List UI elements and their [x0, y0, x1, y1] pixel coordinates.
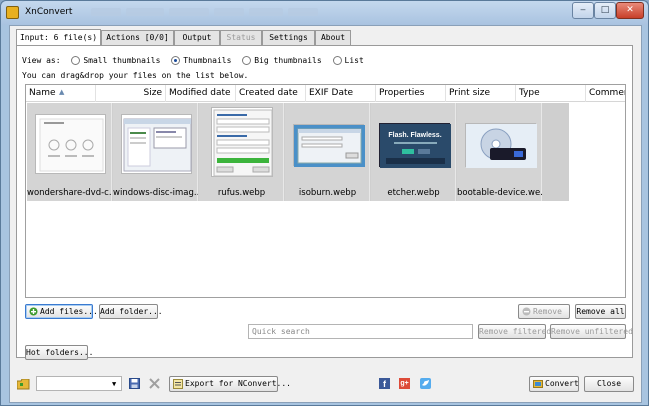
- add-files-button[interactable]: Add files...: [25, 304, 98, 319]
- column-exif-date[interactable]: EXIF Date: [306, 85, 376, 102]
- file-thumbnail: [293, 124, 365, 167]
- maximize-button[interactable]: □: [594, 2, 616, 19]
- column-name-label: Name: [29, 88, 56, 98]
- list-view-label[interactable]: List: [345, 56, 364, 65]
- column-properties[interactable]: Properties: [376, 85, 446, 102]
- remove-button: Remove: [518, 304, 570, 319]
- column-comment[interactable]: Commen: [586, 85, 625, 102]
- window-title: XnConvert: [25, 7, 73, 17]
- tab-input[interactable]: Input: 6 file(s): [16, 29, 101, 45]
- tab-about[interactable]: About: [315, 30, 351, 45]
- thumbnails-radio[interactable]: [171, 56, 181, 65]
- file-thumbnail: Flash. Flawless.: [379, 123, 451, 168]
- file-item-rufus[interactable]: rufus.webp: [199, 103, 284, 201]
- tab-actions[interactable]: Actions [0/0]: [101, 30, 174, 45]
- remove-unfiltered-button: Remove unfiltered: [550, 324, 633, 339]
- export-icon: [173, 378, 183, 389]
- list-header: ▲ Name Size Modified date Created date E…: [26, 85, 625, 102]
- remove-minus-icon: [522, 307, 531, 316]
- big-thumbnails-radio[interactable]: [242, 56, 252, 65]
- file-item-bootable-device[interactable]: bootable-device.we...: [457, 103, 542, 201]
- windows-disc-preview-image: [123, 118, 192, 172]
- title-bar-ghost-text: [214, 8, 244, 16]
- save-icon[interactable]: [129, 378, 140, 389]
- hot-folders-button[interactable]: Hot folders...: [25, 345, 93, 360]
- bottom-toolbar: ▼ Export for NConvert... f g+ Convert Cl…: [10, 372, 641, 402]
- small-thumbnails-label[interactable]: Small thumbnails: [83, 56, 160, 65]
- title-bar-ghost-text: [126, 8, 164, 16]
- quick-search-input[interactable]: Quick search: [248, 324, 473, 339]
- tab-output[interactable]: Output: [174, 30, 220, 45]
- file-name: etcher.webp: [387, 188, 440, 198]
- file-name: wondershare-dvd-c...: [27, 188, 112, 198]
- rufus-preview-image: [213, 109, 273, 177]
- minimize-button[interactable]: ‒: [572, 2, 594, 19]
- thumbnails-label[interactable]: Thumbnails: [183, 56, 231, 65]
- add-files-label: Add files...: [40, 307, 98, 316]
- file-thumbnail: [211, 107, 273, 177]
- etcher-preview-image: Flash. Flawless.: [380, 124, 451, 168]
- delete-icon[interactable]: [149, 378, 160, 389]
- file-thumbnail: [465, 123, 537, 168]
- big-thumbnails-label[interactable]: Big thumbnails: [254, 56, 321, 65]
- column-modified-date[interactable]: Modified date: [166, 85, 236, 102]
- file-item-windows-disc[interactable]: windows-disc-imag...: [113, 103, 198, 201]
- convert-label: Convert: [545, 379, 579, 388]
- view-as-label: View as:: [22, 56, 61, 65]
- xnconvert-app-icon: [6, 6, 19, 19]
- convert-button[interactable]: Convert: [529, 376, 579, 392]
- remove-all-button[interactable]: Remove all: [575, 304, 626, 319]
- convert-icon: [533, 379, 543, 389]
- file-item-etcher[interactable]: Flash. Flawless. etcher.webp: [371, 103, 456, 201]
- input-tab-panel: View as: Small thumbnails Thumbnails Big…: [16, 45, 633, 360]
- column-name[interactable]: ▲ Name: [26, 85, 96, 102]
- file-thumbnail: [35, 114, 106, 174]
- close-window-button[interactable]: ✕: [616, 2, 644, 19]
- file-list[interactable]: ▲ Name Size Modified date Created date E…: [25, 84, 626, 298]
- view-as-selector: View as: Small thumbnails Thumbnails Big…: [22, 56, 364, 65]
- title-bar-ghost-text: [288, 8, 318, 16]
- remove-label: Remove: [533, 307, 562, 316]
- column-created-date[interactable]: Created date: [236, 85, 306, 102]
- thumbnail-strip: wondershare-dvd-c... windows-disc-imag..…: [27, 103, 569, 201]
- title-bar-ghost-text: [169, 8, 209, 16]
- add-plus-icon: [29, 307, 38, 316]
- title-bar-ghost-text: [249, 8, 283, 16]
- sort-ascending-icon: ▲: [59, 88, 65, 96]
- tab-status: Status: [220, 30, 262, 45]
- twitter-icon[interactable]: [420, 378, 431, 389]
- file-thumbnail: [121, 114, 192, 174]
- bootable-device-preview-image: [466, 124, 537, 168]
- tab-settings[interactable]: Settings: [262, 30, 315, 45]
- file-item-wondershare[interactable]: wondershare-dvd-c...: [27, 103, 112, 201]
- title-bar[interactable]: XnConvert ‒ □ ✕: [1, 1, 648, 25]
- isoburn-preview-image: [294, 125, 365, 167]
- file-name: windows-disc-imag...: [113, 188, 198, 198]
- preset-select[interactable]: [36, 376, 122, 391]
- column-print-size[interactable]: Print size: [446, 85, 516, 102]
- google-plus-icon[interactable]: g+: [399, 378, 410, 389]
- open-folder-icon[interactable]: [16, 378, 30, 390]
- etcher-caption: Flash. Flawless.: [388, 132, 441, 139]
- column-type[interactable]: Type: [516, 85, 586, 102]
- drag-drop-hint: You can drag&drop your files on the list…: [22, 71, 249, 80]
- file-name: rufus.webp: [217, 188, 266, 198]
- list-view-radio[interactable]: [332, 56, 342, 65]
- file-name: isoburn.webp: [298, 188, 357, 198]
- file-item-isoburn[interactable]: isoburn.webp: [285, 103, 370, 201]
- xnconvert-window: XnConvert ‒ □ ✕ Input: 6 file(s) Actions…: [0, 0, 649, 406]
- export-nconvert-button[interactable]: Export for NConvert...: [169, 376, 291, 392]
- facebook-icon[interactable]: f: [379, 378, 390, 389]
- small-thumbnails-radio[interactable]: [71, 56, 81, 65]
- column-size[interactable]: Size: [96, 85, 166, 102]
- chevron-down-icon: ▼: [112, 380, 117, 388]
- close-button[interactable]: Close: [584, 376, 634, 392]
- remove-filtered-button: Remove filtered: [478, 324, 551, 339]
- add-folder-button[interactable]: Add folder...: [99, 304, 163, 319]
- export-nconvert-label: Export for NConvert...: [185, 379, 291, 388]
- wondershare-preview-image: [39, 118, 104, 172]
- file-name: bootable-device.we...: [457, 188, 542, 198]
- main-client-area: Input: 6 file(s) Actions [0/0] Output St…: [9, 25, 642, 403]
- title-bar-ghost-text: [91, 8, 121, 16]
